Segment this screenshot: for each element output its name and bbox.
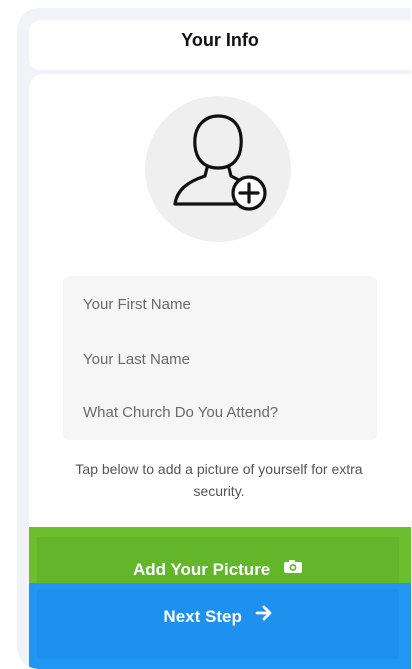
header: Your Info [29,20,411,70]
picture-hint: Tap below to add a picture of yourself f… [75,461,363,499]
church-input[interactable] [83,398,363,426]
info-card: Tap below to add a picture of yourself f… [29,74,411,669]
name-form [63,276,377,440]
add-avatar-button[interactable] [145,96,291,242]
last-name-input[interactable] [83,345,363,373]
next-step-button[interactable]: Next Step [37,589,399,659]
add-user-icon [173,114,267,211]
first-name-input[interactable] [83,290,363,318]
add-picture-label: Add Your Picture [132,560,271,579]
screen: Your Info Tap below to add a picture of … [17,8,411,669]
arrow-right-icon [255,588,273,644]
next-step-bar: Next Step [29,583,411,669]
next-step-label: Next Step [163,607,242,626]
page-title: Your Info [181,30,259,50]
